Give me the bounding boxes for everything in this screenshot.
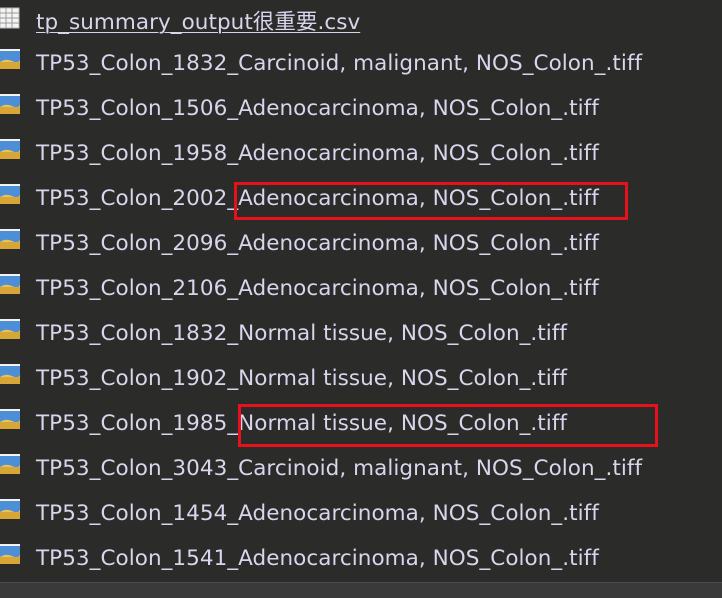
file-row-csv[interactable]: tp_summary_output很重要.csv (0, 0, 722, 45)
image-file-icon (0, 273, 20, 295)
image-file-icon (0, 228, 20, 250)
file-name: TP53_Colon_1832_Normal tissue, NOS_Colon… (36, 321, 568, 346)
file-row-tiff[interactable]: TP53_Colon_1506_Adenocarcinoma, NOS_Colo… (0, 86, 722, 131)
file-row-tiff[interactable]: TP53_Colon_2106_Adenocarcinoma, NOS_Colo… (0, 266, 722, 311)
file-row-tiff[interactable]: TP53_Colon_2002_Adenocarcinoma, NOS_Colo… (0, 176, 722, 221)
image-file-icon (0, 543, 20, 565)
file-row-tiff[interactable]: TP53_Colon_1832_Normal tissue, NOS_Colon… (0, 311, 722, 356)
image-file-icon (0, 363, 20, 385)
file-name: TP53_Colon_3043_Carcinoid, malignant, NO… (36, 456, 643, 481)
spreadsheet-icon (0, 7, 20, 29)
file-name: TP53_Colon_2096_Adenocarcinoma, NOS_Colo… (36, 231, 599, 256)
file-name: TP53_Colon_1985_Normal tissue, NOS_Colon… (36, 411, 568, 436)
file-row-tiff[interactable]: TP53_Colon_1832_Carcinoid, malignant, NO… (0, 41, 722, 86)
file-name: TP53_Colon_1454_Adenocarcinoma, NOS_Colo… (36, 501, 599, 526)
file-row-tiff[interactable]: TP53_Colon_1902_Normal tissue, NOS_Colon… (0, 356, 722, 401)
file-row-tiff[interactable]: TP53_Colon_1958_Adenocarcinoma, NOS_Colo… (0, 131, 722, 176)
image-file-icon (0, 408, 20, 430)
image-file-icon (0, 318, 20, 340)
file-row-tiff[interactable]: TP53_Colon_3043_Carcinoid, malignant, NO… (0, 446, 722, 491)
file-name: TP53_Colon_2002_Adenocarcinoma, NOS_Colo… (36, 186, 599, 211)
file-name: TP53_Colon_1506_Adenocarcinoma, NOS_Colo… (36, 96, 599, 121)
file-row-tiff[interactable]: TP53_Colon_1454_Adenocarcinoma, NOS_Colo… (0, 491, 722, 536)
image-file-icon (0, 498, 20, 520)
file-row-tiff[interactable]: TP53_Colon_2096_Adenocarcinoma, NOS_Colo… (0, 221, 722, 266)
bottom-scrollbar-track[interactable] (0, 582, 722, 598)
file-list: tp_summary_output很重要.csv TP53_Colon_1832… (0, 0, 722, 582)
file-name: TP53_Colon_2106_Adenocarcinoma, NOS_Colo… (36, 276, 599, 301)
file-name: tp_summary_output很重要.csv (36, 10, 361, 35)
file-row-tiff[interactable]: TP53_Colon_1985_Normal tissue, NOS_Colon… (0, 401, 722, 446)
file-name: TP53_Colon_1902_Normal tissue, NOS_Colon… (36, 366, 568, 391)
file-row-tiff[interactable]: TP53_Colon_1541_Adenocarcinoma, NOS_Colo… (0, 536, 722, 581)
file-name: TP53_Colon_1958_Adenocarcinoma, NOS_Colo… (36, 141, 599, 166)
image-file-icon (0, 138, 20, 160)
image-file-icon (0, 48, 20, 70)
image-file-icon (0, 93, 20, 115)
image-file-icon (0, 453, 20, 475)
file-name: TP53_Colon_1541_Adenocarcinoma, NOS_Colo… (36, 546, 599, 571)
file-name: TP53_Colon_1832_Carcinoid, malignant, NO… (36, 51, 643, 76)
image-file-icon (0, 183, 20, 205)
